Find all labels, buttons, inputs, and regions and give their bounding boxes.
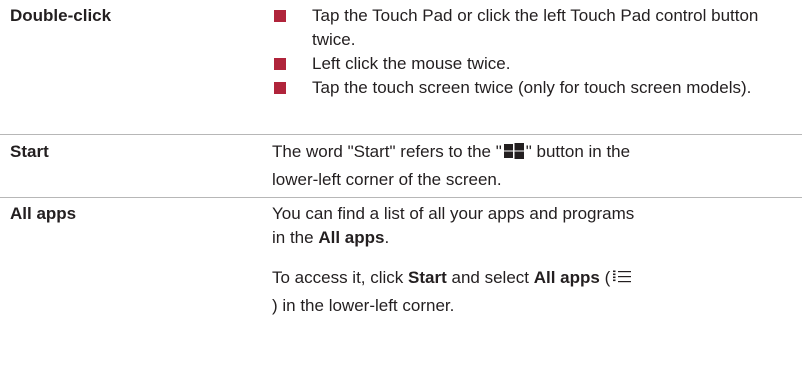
list-item: Left click the mouse twice. xyxy=(272,52,792,76)
definition-line: The word "Start" refers to the " " button… xyxy=(272,140,792,164)
square-bullet-icon xyxy=(274,58,286,70)
definition-line: ) in the lower-left corner. xyxy=(272,296,455,315)
bullet-text: Tap the touch screen twice (only for tou… xyxy=(312,78,752,97)
list-item: Tap the Touch Pad or click the left Touc… xyxy=(272,4,792,52)
term-start: Start xyxy=(10,142,49,161)
term-double-click: Double-click xyxy=(10,6,112,25)
definition-text: " button in the xyxy=(525,142,631,161)
square-bullet-icon xyxy=(274,10,286,22)
bullet-text: Tap the Touch Pad or click the left Touc… xyxy=(312,6,759,49)
bold-term: Start xyxy=(408,268,447,287)
definition-text: ( xyxy=(599,268,611,287)
definition-line: To access it, click Start and select All… xyxy=(272,266,792,290)
definition-text: The word "Start" refers to the " xyxy=(272,142,502,161)
list-item: Tap the touch screen twice (only for tou… xyxy=(272,76,792,124)
definition-line: You can find a list of all your apps and… xyxy=(272,204,635,223)
definition-line: in the All apps. xyxy=(272,226,792,250)
bold-term: All apps xyxy=(533,268,600,287)
definition-text: . xyxy=(384,228,390,247)
definition-start: The word "Start" refers to the " " button… xyxy=(272,140,792,192)
definition-text: To access it, click xyxy=(272,268,409,287)
term-all-apps: All apps xyxy=(10,204,77,223)
definition-line: lower-left corner of the screen. xyxy=(272,170,502,189)
windows-logo-icon xyxy=(503,143,524,159)
definition-all-apps-paragraph-1: You can find a list of all your apps and… xyxy=(272,202,792,250)
bullet-text: Left click the mouse twice. xyxy=(312,54,511,73)
definition-text: and select xyxy=(446,268,534,287)
definition-all-apps-paragraph-2: To access it, click Start and select All… xyxy=(272,266,792,318)
definition-text: in the xyxy=(272,228,319,247)
all-apps-list-icon xyxy=(613,270,632,283)
bold-term: All apps xyxy=(318,228,385,247)
glossary-table: Double-click Tap the Touch Pad or click … xyxy=(0,0,802,371)
square-bullet-icon xyxy=(274,82,286,94)
row-divider xyxy=(0,134,802,135)
row-divider xyxy=(0,197,802,198)
